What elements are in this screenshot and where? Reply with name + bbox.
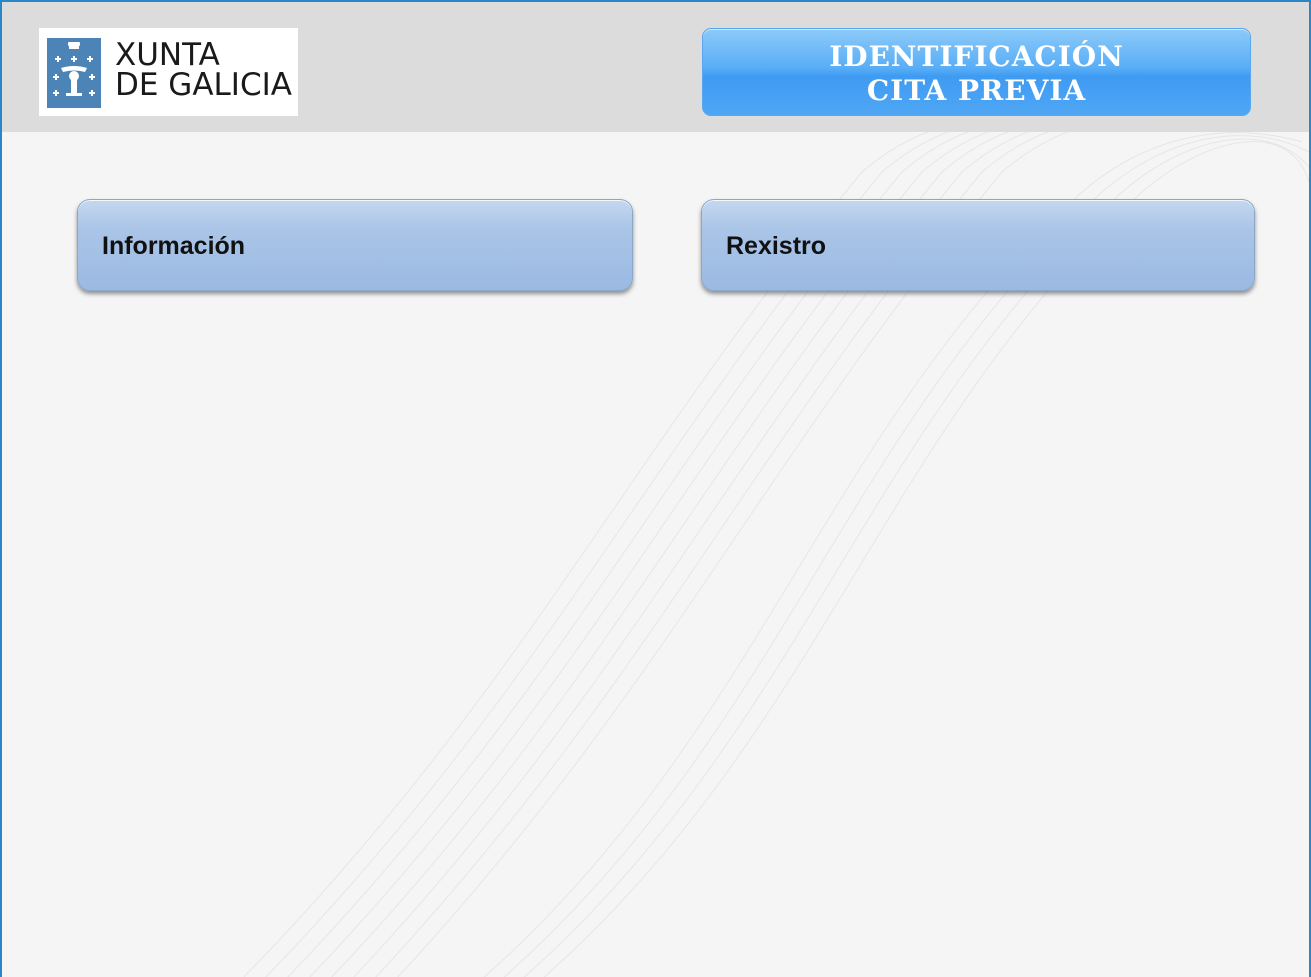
xunta-logo: XUNTA DE GALICIA (39, 28, 298, 116)
galicia-coat-of-arms-icon (47, 38, 101, 108)
rexistro-button[interactable]: Rexistro (701, 199, 1255, 291)
header-bar: XUNTA DE GALICIA IDENTIFICACIÓN CITA PRE… (2, 2, 1309, 132)
logo-line-1: XUNTA (115, 37, 220, 73)
informacion-button[interactable]: Información (77, 199, 633, 291)
informacion-button-label: Información (102, 232, 246, 260)
page-title-line-2: CITA PREVIA (866, 74, 1087, 107)
rexistro-button-label: Rexistro (726, 232, 827, 260)
page-title: IDENTIFICACIÓN CITA PREVIA (702, 28, 1251, 116)
logo-wordmark: XUNTA DE GALICIA (115, 37, 292, 103)
page-title-line-1: IDENTIFICACIÓN (829, 40, 1124, 73)
kiosk-window: XUNTA DE GALICIA IDENTIFICACIÓN CITA PRE… (0, 0, 1311, 977)
logo-line-2: DE GALICIA (115, 67, 292, 103)
